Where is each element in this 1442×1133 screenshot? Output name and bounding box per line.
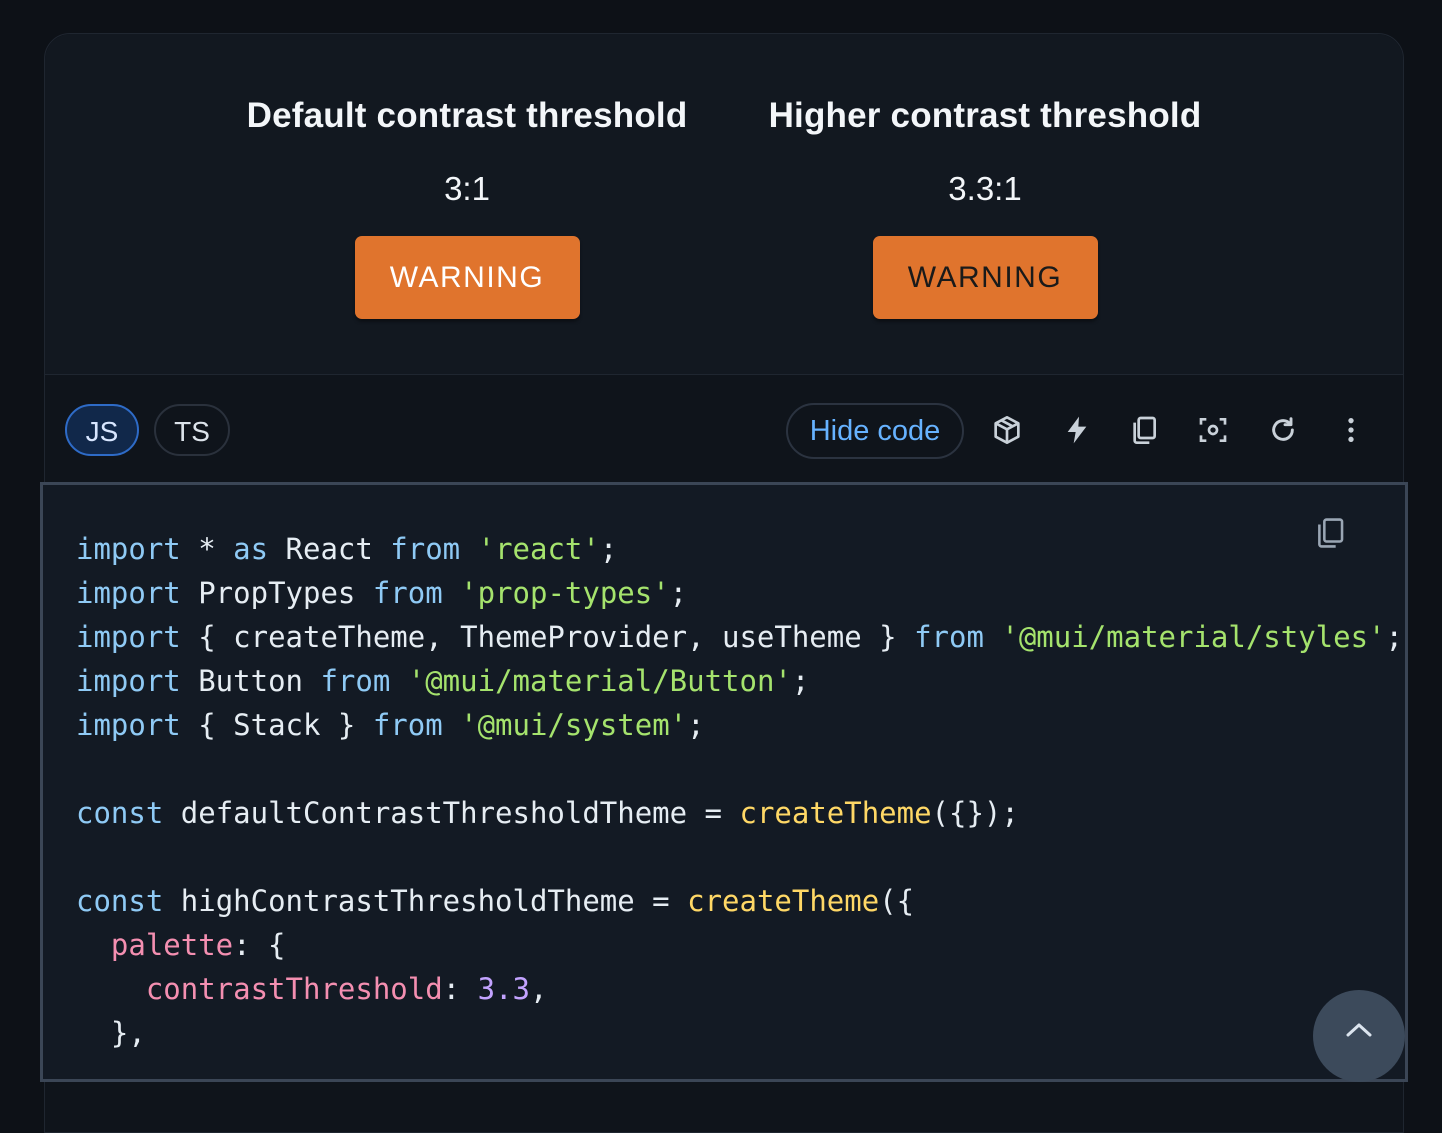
code-line: contrastThreshold: 3.3,: [145, 972, 548, 1006]
copy-icon[interactable]: [1126, 412, 1162, 448]
code-line: import { Stack } from '@mui/system';: [76, 708, 705, 742]
demo-preview: Default contrast threshold 3:1 WARNING H…: [45, 34, 1403, 375]
hide-code-button[interactable]: Hide code: [786, 403, 964, 459]
higher-threshold-ratio: 3.3:1: [948, 170, 1022, 207]
lightning-icon[interactable]: [1059, 412, 1095, 448]
focus-icon[interactable]: [1195, 412, 1231, 448]
code-line: palette: {: [110, 928, 286, 962]
code-line: import * as React from 'react';: [76, 532, 618, 566]
code-block[interactable]: import * as React from 'react'; import Pr…: [40, 482, 1408, 1082]
code-line: import { createTheme, ThemeProvider, use…: [76, 620, 1403, 654]
chevron-up-icon: [1346, 1023, 1372, 1037]
higher-threshold-column: Higher contrast threshold 3.3:1 WARNING: [725, 34, 1245, 319]
higher-threshold-title: Higher contrast threshold: [768, 96, 1202, 135]
default-threshold-ratio: 3:1: [444, 170, 490, 207]
code-line: const defaultContrastThresholdTheme = cr…: [76, 796, 1019, 830]
code-line: import Button from '@mui/material/Button…: [76, 664, 810, 698]
reset-icon[interactable]: [1265, 412, 1301, 448]
more-vert-icon[interactable]: [1333, 412, 1369, 448]
js-toggle-button[interactable]: JS: [65, 404, 139, 456]
code-content: import * as React from 'react'; import Pr…: [76, 527, 1403, 1055]
default-threshold-title: Default contrast threshold: [246, 96, 688, 135]
code-line: import PropTypes from 'prop-types';: [76, 576, 688, 610]
code-line: const highContrastThresholdTheme = creat…: [76, 884, 915, 918]
higher-warning-button[interactable]: WARNING: [872, 236, 1098, 319]
default-threshold-column: Default contrast threshold 3:1 WARNING: [207, 34, 727, 319]
code-line: },: [76, 1016, 146, 1050]
default-warning-button[interactable]: WARNING: [354, 236, 580, 319]
sandbox-icon[interactable]: [989, 412, 1025, 448]
scroll-to-top-button[interactable]: [1313, 990, 1405, 1082]
code-toolbar: JS TS Hide code: [45, 374, 1403, 482]
ts-toggle-button[interactable]: TS: [154, 404, 230, 456]
